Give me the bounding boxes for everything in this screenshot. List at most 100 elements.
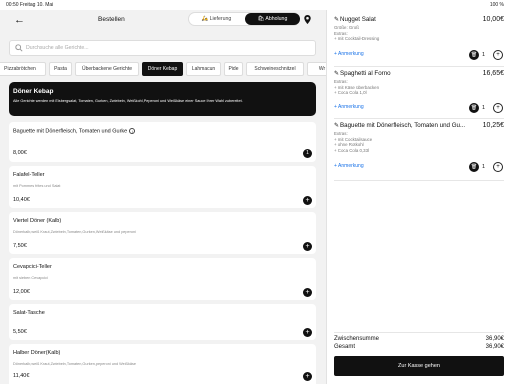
add-icon[interactable]: + <box>303 288 312 297</box>
plus-icon[interactable]: + <box>493 50 503 60</box>
plus-icon[interactable]: + <box>493 103 503 113</box>
category-bar: Pizzabrötchen Pasta Überbackene Gerichte… <box>0 62 326 76</box>
subtotal-label: Zwischensumme <box>334 336 380 342</box>
edit-icon[interactable]: ✎ <box>334 16 339 23</box>
add-note-link[interactable]: + Anmerkung <box>334 163 364 169</box>
menu-item-name-text: Salat-Tasche <box>13 310 45 316</box>
checkout-button[interactable]: Zur Kasse gehen <box>334 356 504 376</box>
menu-item[interactable]: Salat-Tasche 5,50€ + <box>9 304 316 340</box>
menu-item-price: 10,40€ <box>13 197 30 203</box>
menu-panel: ← Bestellen 🛵 Lieferung 🛍 Abholung Durch… <box>0 10 326 384</box>
tab-abholung-label: Abholung <box>265 16 288 22</box>
menu-item-price: 11,40€ <box>13 373 30 379</box>
menu-item-description: mit Pommes frites und Salat <box>13 184 61 188</box>
banner-title: Döner Kebap <box>13 88 54 95</box>
add-note-link[interactable]: + Anmerkung <box>334 51 364 57</box>
cart-count-badge[interactable]: 1 <box>303 149 312 158</box>
menu-item-description: Dönerkalb,weiß Kraut,Zwiebeln,Tomaten,Gu… <box>13 362 136 366</box>
menu-item-description: Dönerkalb,weiß Kraut,Zwiebeln,Tomaten,Gu… <box>13 230 136 234</box>
arrow-left-icon[interactable]: ← <box>14 14 25 26</box>
cart-item-price: 16,65€ <box>482 70 504 77</box>
cart-item-quantity: 1 <box>482 164 486 170</box>
divider <box>334 332 504 333</box>
category-ueberbackene-gerichte[interactable]: Überbackene Gerichte <box>75 62 139 76</box>
location-pin-icon[interactable] <box>304 15 311 24</box>
cart-item-quantity: 1 <box>482 52 486 58</box>
divider <box>334 66 504 67</box>
page-title: Bestellen <box>98 16 125 23</box>
add-icon[interactable]: + <box>303 328 312 337</box>
menu-item-price: 8,00€ <box>13 150 27 156</box>
cart-item: ✎Spaghetti al Forno 16,65€ Extras: + mit… <box>334 70 504 118</box>
menu-item-name: Baguette mit Dönerfleisch, Tomaten und G… <box>13 128 136 135</box>
menu-item-name: Salat-Tasche <box>13 310 45 316</box>
search-input[interactable]: Durchsuche alle Gerichte... <box>9 40 316 56</box>
cart-item-details: Extras: + mit Käse überbacken + Coca Col… <box>334 79 379 96</box>
tab-lieferung[interactable]: 🛵 Lieferung <box>189 13 244 25</box>
cart-item-detail: + mit Cocktail-Dressing <box>334 36 380 42</box>
cart-item-name[interactable]: ✎Nugget Salat <box>334 16 376 23</box>
menu-item[interactable]: Viertel Döner (Kalb) Dönerkalb,weiß Krau… <box>9 212 316 254</box>
category-pizzabroetchen[interactable]: Pizzabrötchen <box>0 62 46 76</box>
menu-item-name: Cevapcici-Teller <box>13 264 52 270</box>
menu-item-name: Halber Döner(Kalb) <box>13 350 60 356</box>
subtotal-row: Zwischensumme 36,90€ <box>334 336 504 342</box>
add-note-link[interactable]: + Anmerkung <box>334 104 364 110</box>
category-lahmacun[interactable]: Lahmacun <box>186 62 221 76</box>
menu-item-name-text: Cevapcici-Teller <box>13 264 52 270</box>
cart-item-price: 10,00€ <box>482 16 504 23</box>
edit-icon[interactable]: ✎ <box>334 70 339 77</box>
add-icon[interactable]: + <box>303 196 312 205</box>
tab-lieferung-label: Lieferung <box>209 16 232 22</box>
menu-item[interactable]: Halber Döner(Kalb) Dönerkalb,weiß Kraut,… <box>9 344 316 384</box>
cart-item-name-text: Spaghetti al Forno <box>340 70 391 77</box>
cart-item: ✎Baguette mit Dönerfleisch, Tomaten und … <box>334 122 504 178</box>
banner-description: Alle Gerichte werden mit Eisbergsalat, T… <box>13 99 243 103</box>
menu-item-name-text: Baguette mit Dönerfleisch, Tomaten und G… <box>13 128 128 135</box>
menu-item[interactable]: Baguette mit Dönerfleisch, Tomaten und G… <box>9 122 316 162</box>
total-value: 36,90€ <box>485 344 504 350</box>
menu-item-name-text: Halber Döner(Kalb) <box>13 350 61 356</box>
cart-item-name[interactable]: ✎Spaghetti al Forno <box>334 70 391 77</box>
menu-item[interactable]: Cevapcici-Teller mit sieben Cevapcici 12… <box>9 258 316 300</box>
plus-icon[interactable]: + <box>493 162 503 172</box>
menu-item[interactable]: Falafel-Teller mit Pommes frites und Sal… <box>9 166 316 208</box>
category-banner: Döner Kebap Alle Gerichte werden mit Eis… <box>9 82 316 116</box>
category-doener-kebap[interactable]: Döner Kebap <box>142 62 183 76</box>
trash-icon[interactable]: 🗑 <box>469 50 479 60</box>
top-bar: ← Bestellen 🛵 Lieferung 🛍 Abholung <box>0 10 326 32</box>
trash-icon[interactable]: 🗑 <box>469 162 479 172</box>
menu-item-price: 7,50€ <box>13 243 27 249</box>
menu-item-description: mit sieben Cevapcici <box>13 276 48 280</box>
info-icon[interactable]: i <box>129 128 136 134</box>
status-time-date: 00:50 Freitag 10. Mai <box>6 2 54 8</box>
cart-item-details: Größe: Groß Extras: + mit Cocktail-Dress… <box>334 25 379 42</box>
delivery-mode-toggle[interactable]: 🛵 Lieferung 🛍 Abholung <box>188 12 300 26</box>
trash-icon[interactable]: 🗑 <box>469 103 479 113</box>
tab-abholung[interactable]: 🛍 Abholung <box>245 13 300 25</box>
menu-item-price: 12,00€ <box>13 289 30 295</box>
category-pide[interactable]: Pide <box>224 62 243 76</box>
search-placeholder: Durchsuche alle Gerichte... <box>26 45 89 51</box>
cart-item-name-text: Baguette mit Dönerfleisch, Tomaten und G… <box>340 122 466 129</box>
cart-item-name-text: Nugget Salat <box>340 16 376 23</box>
cart-item-quantity: 1 <box>482 105 486 111</box>
divider <box>334 118 504 119</box>
divider <box>334 180 504 181</box>
edit-icon[interactable]: ✎ <box>334 122 339 129</box>
cart-item-name[interactable]: ✎Baguette mit Dönerfleisch, Tomaten und … <box>334 122 465 129</box>
add-icon[interactable]: + <box>303 242 312 251</box>
cart-item-detail: + Coca Cola 0,33l <box>334 147 370 153</box>
menu-item-name: Viertel Döner (Kalb) <box>13 218 61 224</box>
menu-item-name-text: Viertel Döner (Kalb) <box>13 218 62 224</box>
cart-item: ✎Nugget Salat 10,00€ Größe: Groß Extras:… <box>334 16 504 66</box>
total-row: Gesamt 36,90€ <box>334 344 504 350</box>
menu-item-name: Falafel-Teller <box>13 172 44 178</box>
category-wr[interactable]: Wr <box>307 62 326 76</box>
cart-item-detail: + Coca Cola 1,0l <box>334 90 367 96</box>
total-label: Gesamt <box>334 344 356 350</box>
category-schweineschnitzel[interactable]: Schweineschnitzel <box>246 62 304 76</box>
subtotal-value: 36,90€ <box>485 336 504 342</box>
add-icon[interactable]: + <box>303 372 312 381</box>
category-pasta[interactable]: Pasta <box>49 62 72 76</box>
